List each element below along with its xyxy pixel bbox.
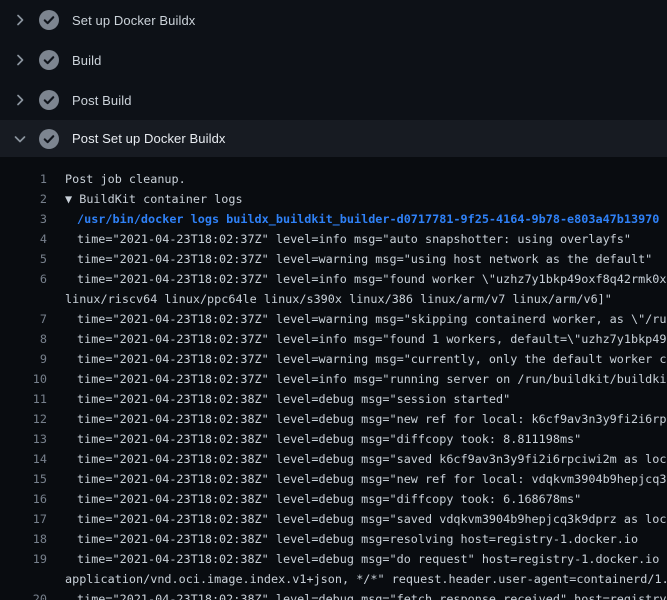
log-text: time="2021-04-23T18:02:38Z" level=debug … [47,549,667,569]
chevron-right-icon [12,92,28,108]
check-circle-icon [39,90,59,110]
step-label: Post Set up Docker Buildx [72,131,226,146]
step-row-1[interactable]: Build [0,40,667,80]
line-number[interactable]: 8 [0,329,47,349]
line-number[interactable]: 1 [0,169,47,189]
log-line: application/vnd.oci.image.index.v1+json,… [0,569,667,589]
log-line: 12 time="2021-04-23T18:02:38Z" level=deb… [0,409,667,429]
log-line: 1 Post job cleanup. [0,169,667,189]
step-row-2[interactable]: Post Build [0,80,667,120]
log-text: time="2021-04-23T18:02:37Z" level=info m… [47,269,667,289]
line-number[interactable]: 13 [0,429,47,449]
log-text: time="2021-04-23T18:02:37Z" level=info m… [47,229,631,249]
line-number[interactable]: 19 [0,549,47,569]
line-number[interactable]: 6 [0,269,47,289]
line-number[interactable]: 18 [0,529,47,549]
line-number[interactable]: 9 [0,349,47,369]
log-line: 10 time="2021-04-23T18:02:37Z" level=inf… [0,369,667,389]
check-circle-icon [39,50,59,70]
log-line: 17 time="2021-04-23T18:02:38Z" level=deb… [0,509,667,529]
log-text: time="2021-04-23T18:02:38Z" level=debug … [47,409,667,429]
line-number[interactable]: 20 [0,589,47,600]
log-text: time="2021-04-23T18:02:38Z" level=debug … [47,509,667,529]
log-text: time="2021-04-23T18:02:38Z" level=debug … [47,529,638,549]
log-text: time="2021-04-23T18:02:38Z" level=debug … [47,489,581,509]
log-text: time="2021-04-23T18:02:38Z" level=debug … [47,389,510,409]
log-line: 15 time="2021-04-23T18:02:38Z" level=deb… [0,469,667,489]
log-text: /usr/bin/docker logs buildx_buildkit_bui… [47,209,659,229]
log-text: time="2021-04-23T18:02:37Z" level=warnin… [47,309,667,329]
log-text: linux/riscv64 linux/ppc64le linux/s390x … [47,289,612,309]
step-list: Set up Docker Buildx Build P [0,0,667,157]
log-text: time="2021-04-23T18:02:38Z" level=debug … [47,469,667,489]
line-number[interactable]: 14 [0,449,47,469]
log-line: 16 time="2021-04-23T18:02:38Z" level=deb… [0,489,667,509]
log-line: 13 time="2021-04-23T18:02:38Z" level=deb… [0,429,667,449]
log-line: 3 /usr/bin/docker logs buildx_buildkit_b… [0,209,667,229]
log-panel: 1 Post job cleanup. 2 ▼ BuildKit contain… [0,157,667,600]
line-number[interactable] [0,289,47,309]
log-line: 18 time="2021-04-23T18:02:38Z" level=deb… [0,529,667,549]
log-text: time="2021-04-23T18:02:37Z" level=info m… [47,329,667,349]
step-label: Post Build [72,93,132,108]
log-line: 9 time="2021-04-23T18:02:37Z" level=warn… [0,349,667,369]
log-text: time="2021-04-23T18:02:37Z" level=info m… [47,369,667,389]
check-circle-icon [39,129,59,149]
line-number[interactable]: 11 [0,389,47,409]
check-circle-icon [39,10,59,30]
log-line: 7 time="2021-04-23T18:02:37Z" level=warn… [0,309,667,329]
group-toggle-triangle-icon[interactable]: ▼ [65,192,79,206]
log-line: 19 time="2021-04-23T18:02:38Z" level=deb… [0,549,667,569]
line-number[interactable]: 5 [0,249,47,269]
log-line: 11 time="2021-04-23T18:02:38Z" level=deb… [0,389,667,409]
log-line: 20 time="2021-04-23T18:02:38Z" level=deb… [0,589,667,600]
log-line: 6 time="2021-04-23T18:02:37Z" level=info… [0,269,667,289]
log-line: 14 time="2021-04-23T18:02:38Z" level=deb… [0,449,667,469]
log-line: 5 time="2021-04-23T18:02:37Z" level=warn… [0,249,667,269]
step-row-0[interactable]: Set up Docker Buildx [0,0,667,40]
line-number[interactable]: 4 [0,229,47,249]
log-text[interactable]: ▼ BuildKit container logs [47,189,243,209]
line-number[interactable]: 15 [0,469,47,489]
log-text: time="2021-04-23T18:02:38Z" level=debug … [47,589,667,600]
line-number[interactable] [0,569,47,589]
chevron-down-icon [12,131,28,147]
log-text: Post job cleanup. [47,169,186,189]
log-line: 4 time="2021-04-23T18:02:37Z" level=info… [0,229,667,249]
line-number[interactable]: 3 [0,209,47,229]
line-number[interactable]: 7 [0,309,47,329]
log-text: time="2021-04-23T18:02:37Z" level=warnin… [47,349,667,369]
line-number[interactable]: 2 [0,189,47,209]
log-text: time="2021-04-23T18:02:38Z" level=debug … [47,449,667,469]
step-row-3[interactable]: Post Set up Docker Buildx [0,120,667,157]
log-text: time="2021-04-23T18:02:37Z" level=warnin… [47,249,652,269]
log-line: 8 time="2021-04-23T18:02:37Z" level=info… [0,329,667,349]
log-line: linux/riscv64 linux/ppc64le linux/s390x … [0,289,667,309]
log-text: application/vnd.oci.image.index.v1+json,… [47,569,667,589]
chevron-right-icon [12,12,28,28]
workflow-log-viewer: Set up Docker Buildx Build P [0,0,667,600]
log-text: time="2021-04-23T18:02:38Z" level=debug … [47,429,581,449]
step-label: Build [72,53,101,68]
line-number[interactable]: 17 [0,509,47,529]
line-number[interactable]: 16 [0,489,47,509]
chevron-right-icon [12,52,28,68]
line-number[interactable]: 12 [0,409,47,429]
log-line: 2 ▼ BuildKit container logs [0,189,667,209]
step-label: Set up Docker Buildx [72,13,195,28]
line-number[interactable]: 10 [0,369,47,389]
